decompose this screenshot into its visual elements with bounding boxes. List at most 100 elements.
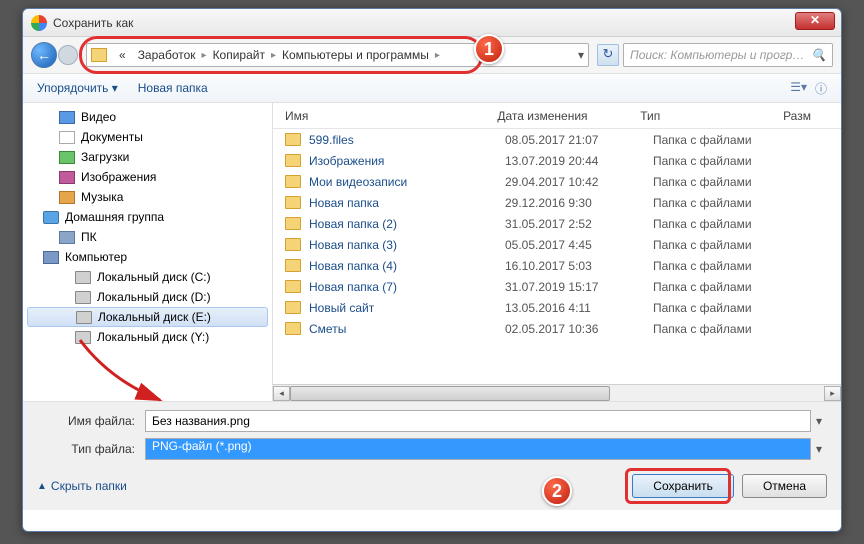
file-name[interactable]: Новая папка (2) [309,217,505,231]
scroll-right-arrow[interactable]: ▸ [824,386,841,401]
folder-icon [285,217,301,230]
file-type: Папка с файлами [653,154,801,168]
file-type: Папка с файлами [653,238,801,252]
save-dialog: Сохранить как ✕ ← « Заработок ▸ Копирайт… [22,8,842,532]
tree-item[interactable]: ПК [23,227,272,247]
folder-tree[interactable]: ВидеоДокументы Загрузки Изображения Музыка Д… [23,103,273,401]
file-row[interactable]: Изображения13.07.2019 20:44Папка с файла… [273,150,841,171]
file-row[interactable]: 599.files08.05.2017 21:07Папка с файлами [273,129,841,150]
nav-forward-button[interactable] [58,45,78,65]
folder-icon [285,322,301,335]
refresh-button[interactable]: ↻ [597,44,619,66]
file-type: Папка с файлами [653,301,801,315]
file-row[interactable]: Новый сайт13.05.2016 4:11Папка с файлами [273,297,841,318]
tree-item-label: Загрузки [81,150,129,164]
file-date: 29.04.2017 10:42 [505,175,653,189]
address-bar[interactable]: « Заработок ▸ Копирайт ▸ Компьютеры и пр… [86,43,589,67]
tree-item[interactable]: Музыка [23,187,272,207]
file-name[interactable]: Сметы [309,322,505,336]
tree-item[interactable]: Локальный диск (Y:) [23,327,272,347]
file-type: Папка с файлами [653,196,801,210]
tree-item[interactable]: Документы [23,127,272,147]
file-row[interactable]: Новая папка29.12.2016 9:30Папка с файлам… [273,192,841,213]
organize-menu[interactable]: Упорядочить ▾ [37,81,118,95]
tree-item[interactable]: Загрузки [23,147,272,167]
titlebar: Сохранить как ✕ [23,9,841,37]
filetype-dropdown-icon[interactable]: ▾ [811,442,827,456]
nav-back-button[interactable]: ← [31,42,57,68]
search-input[interactable]: Поиск: Компьютеры и прогр… 🔍 [623,43,833,67]
tree-item[interactable]: Локальный диск (C:) [23,267,272,287]
pc-icon [59,231,75,244]
file-row[interactable]: Новая папка (3)05.05.2017 4:45Папка с фа… [273,234,841,255]
tree-item-label: Домашняя группа [65,210,164,224]
file-type: Папка с файлами [653,259,801,273]
column-headers[interactable]: Имя Дата изменения Тип Разм [273,103,841,129]
tree-item-label: Изображения [81,170,156,184]
file-row[interactable]: Новая папка (4)16.10.2017 5:03Папка с фа… [273,255,841,276]
scroll-thumb[interactable] [290,386,610,401]
dl-icon [59,151,75,164]
filetype-label: Тип файла: [37,442,145,456]
content-area: ВидеоДокументы Загрузки Изображения Музыка Д… [23,103,841,401]
file-name[interactable]: Мои видеозаписи [309,175,505,189]
tree-item[interactable]: Локальный диск (E:) [27,307,268,327]
filename-dropdown-icon[interactable]: ▾ [811,414,827,428]
chevron-right-icon: ▸ [435,50,440,61]
column-date[interactable]: Дата изменения [497,109,640,123]
breadcrumb-item[interactable]: Копирайт [207,48,271,62]
file-row[interactable]: Новая папка (2)31.05.2017 2:52Папка с фа… [273,213,841,234]
tree-item[interactable]: Домашняя группа [23,207,272,227]
file-name[interactable]: Новая папка [309,196,505,210]
new-folder-button[interactable]: Новая папка [138,81,208,95]
video-icon [59,111,75,124]
file-row[interactable]: Сметы02.05.2017 10:36Папка с файлами [273,318,841,339]
file-name[interactable]: Новая папка (3) [309,238,505,252]
chrome-icon [31,15,47,31]
file-row[interactable]: Новая папка (7)31.07.2019 15:17Папка с ф… [273,276,841,297]
file-name[interactable]: Новый сайт [309,301,505,315]
scroll-track[interactable] [290,386,824,401]
folder-icon [285,175,301,188]
folder-icon [285,196,301,209]
file-type: Папка с файлами [653,133,801,147]
breadcrumb-item[interactable]: Заработок [132,48,202,62]
music-icon [59,191,75,204]
tree-item[interactable]: Изображения [23,167,272,187]
folder-icon [285,259,301,272]
file-type: Папка с файлами [653,217,801,231]
column-type[interactable]: Тип [640,109,783,123]
view-mode-button[interactable]: ☰▾ [790,80,807,97]
column-name[interactable]: Имя [285,109,497,123]
hide-folders-link[interactable]: ▲ Скрыть папки [37,479,127,493]
file-date: 05.05.2017 4:45 [505,238,653,252]
folder-icon [285,280,301,293]
filename-input[interactable] [145,410,811,432]
help-button[interactable]: ⓘ [815,80,827,97]
file-row[interactable]: Мои видеозаписи29.04.2017 10:42Папка с ф… [273,171,841,192]
dropdown-icon[interactable]: ▾ [578,48,584,62]
breadcrumb-item[interactable]: Компьютеры и программы [276,48,435,62]
scroll-left-arrow[interactable]: ◂ [273,386,290,401]
tree-item[interactable]: Локальный диск (D:) [23,287,272,307]
tree-item[interactable]: Компьютер [23,247,272,267]
column-size[interactable]: Разм [783,109,841,123]
horizontal-scrollbar[interactable]: ◂ ▸ [273,384,841,401]
save-button[interactable]: Сохранить [632,474,734,498]
close-button[interactable]: ✕ [795,12,835,30]
file-name[interactable]: 599.files [309,133,505,147]
file-name[interactable]: Новая папка (4) [309,259,505,273]
folder-icon [285,133,301,146]
file-list: Имя Дата изменения Тип Разм 599.files08.… [273,103,841,401]
folder-icon [285,301,301,314]
file-name[interactable]: Изображения [309,154,505,168]
cancel-button[interactable]: Отмена [742,474,827,498]
drive-icon [75,291,91,304]
file-date: 31.05.2017 2:52 [505,217,653,231]
filetype-select[interactable]: PNG-файл (*.png) [145,438,811,460]
folder-icon [285,154,301,167]
tree-item[interactable]: Видео [23,107,272,127]
file-name[interactable]: Новая папка (7) [309,280,505,294]
comp-icon [43,251,59,264]
doc-icon [59,131,75,144]
